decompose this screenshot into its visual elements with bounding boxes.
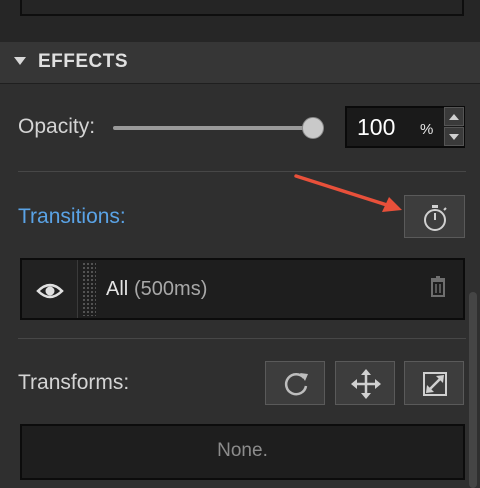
add-transition-button[interactable] (404, 195, 465, 238)
opacity-label: Opacity: (18, 115, 96, 138)
chevron-down-icon (449, 134, 459, 140)
opacity-decrement-button[interactable] (444, 127, 464, 146)
chevron-up-icon (449, 114, 459, 120)
opacity-value[interactable]: 100 (357, 114, 395, 141)
scale-icon (423, 372, 447, 396)
transforms-empty-text: None. (217, 440, 268, 461)
transition-item-name[interactable]: All (106, 278, 128, 301)
annotation-arrow (294, 174, 402, 212)
scale-transform-button[interactable] (404, 361, 464, 405)
divider (18, 338, 466, 339)
move-transform-button[interactable] (335, 361, 395, 405)
move-icon (351, 369, 381, 399)
opacity-slider-thumb[interactable] (302, 117, 324, 139)
transitions-label: Transitions: (18, 205, 126, 228)
reset-icon (284, 373, 308, 396)
opacity-unit: % (420, 121, 434, 138)
eye-icon (36, 283, 64, 299)
stopwatch-icon (424, 205, 447, 231)
upper-panel-field (20, 0, 464, 16)
chevron-down-icon[interactable] (14, 57, 26, 65)
trash-icon[interactable] (428, 275, 448, 299)
transition-item-duration[interactable]: (500ms) (134, 278, 207, 301)
transforms-label: Transforms: (18, 371, 130, 394)
opacity-slider-track[interactable] (113, 126, 313, 130)
transition-visibility-toggle[interactable] (22, 260, 78, 318)
opacity-increment-button[interactable] (444, 107, 464, 126)
drag-handle-icon[interactable] (82, 262, 96, 316)
reset-transform-button[interactable] (265, 361, 325, 405)
scrollbar[interactable] (469, 292, 477, 488)
effects-section-title: EFFECTS (38, 51, 129, 72)
